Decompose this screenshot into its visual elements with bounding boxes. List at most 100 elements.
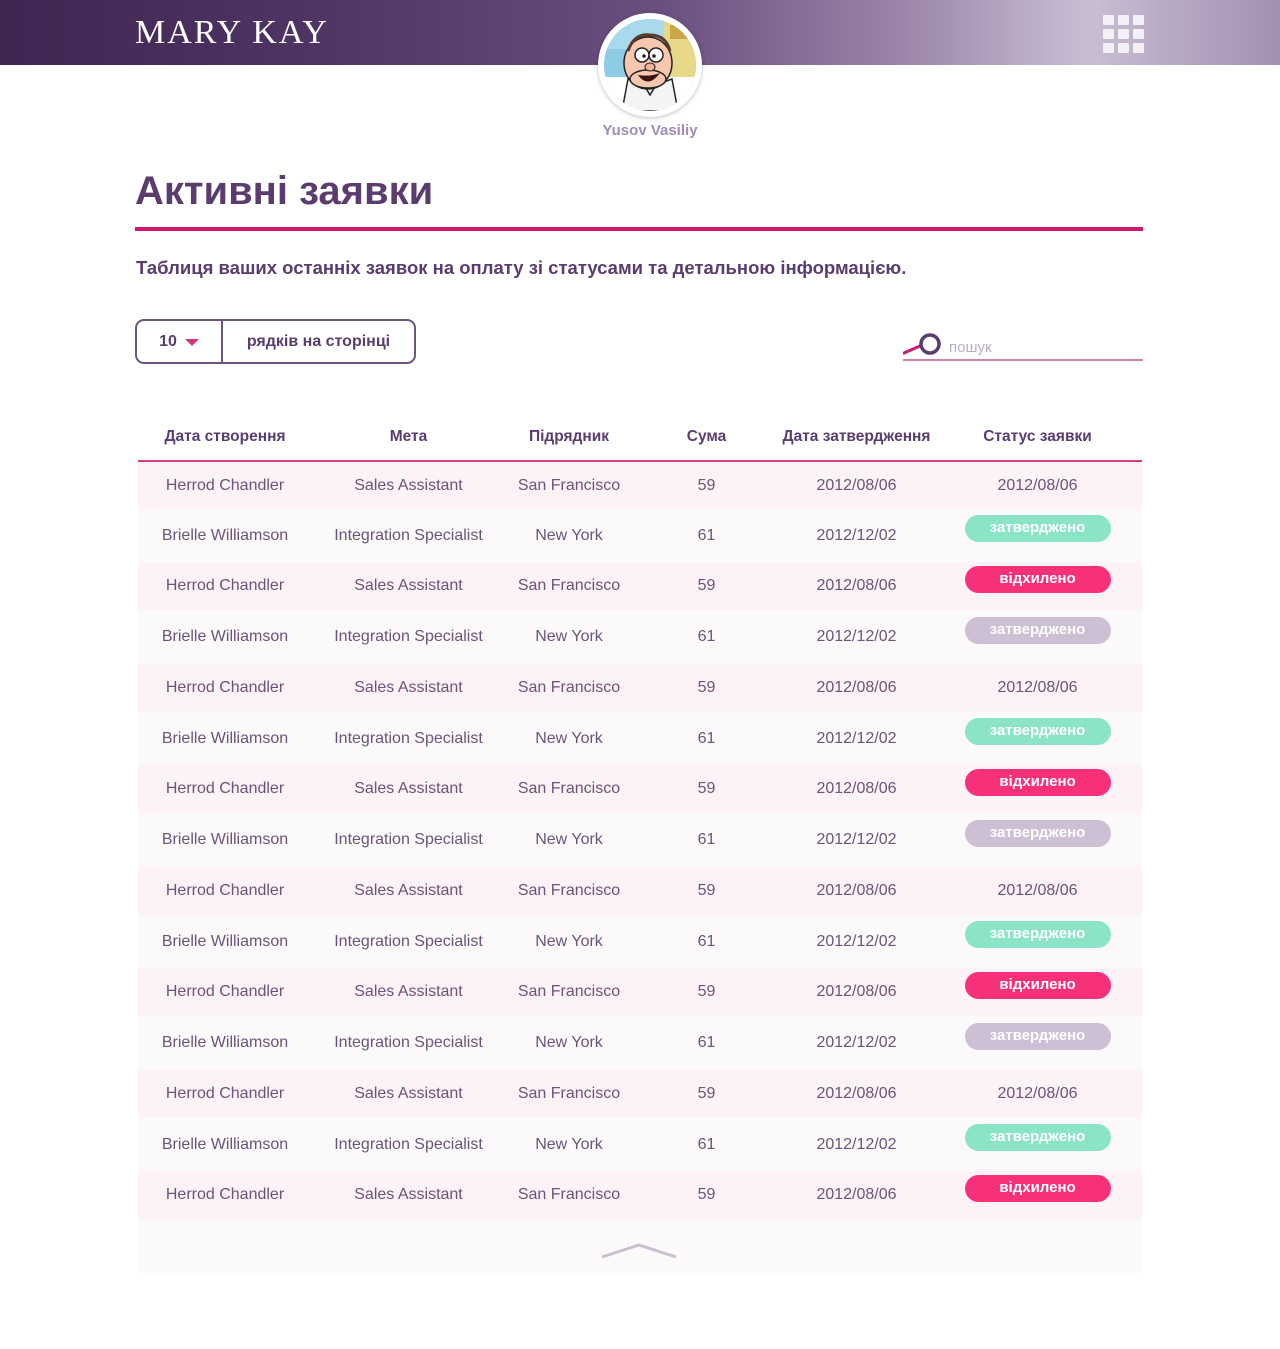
search-box: [903, 332, 1143, 361]
chevron-up-icon[interactable]: [600, 1239, 678, 1259]
cell-status: відхилено: [933, 971, 1142, 999]
cell-contractor: San Francisco: [517, 983, 621, 1000]
cell-created: Brielle Williamson: [161, 729, 289, 747]
cell-contractor: San Francisco: [517, 577, 621, 594]
cell-goal: Sales Assistant: [354, 577, 463, 594]
cell-status: 2012/08/06: [933, 477, 1142, 495]
cell-goal: Integration Specialist: [334, 932, 483, 950]
table-row[interactable]: Brielle Williamson Integration Specialist…: [138, 1118, 1142, 1171]
cell-status: відхилено: [933, 768, 1142, 796]
cell-created: Herrod Chandler: [165, 882, 285, 899]
column-header-created[interactable]: Дата створення: [138, 428, 312, 446]
table-row[interactable]: Herrod Chandler Sales Assistant San Franci…: [138, 562, 1142, 610]
search-icon[interactable]: [903, 332, 943, 358]
cell-amount: 61: [697, 1135, 716, 1153]
column-header-status[interactable]: Статус заявки: [933, 428, 1142, 446]
cell-goal: Integration Specialist: [334, 526, 483, 544]
cell-approved-date: 2012/08/06: [816, 882, 897, 899]
cell-created: Brielle Williamson: [161, 1034, 289, 1051]
cell-contractor: San Francisco: [517, 882, 621, 899]
avatar[interactable]: [598, 13, 702, 117]
status-badge[interactable]: затверджено: [964, 819, 1111, 847]
cell-amount: 61: [697, 1034, 716, 1051]
cell-contractor: New York: [535, 1135, 603, 1153]
status-badge[interactable]: затверджено: [964, 718, 1111, 745]
table-row[interactable]: Herrod Chandler Sales Assistant San Franci…: [138, 867, 1142, 915]
table-row[interactable]: Herrod Chandler Sales Assistant San Franci…: [138, 462, 1142, 509]
cell-amount: 61: [697, 526, 716, 544]
cell-created: Herrod Chandler: [165, 780, 285, 797]
requests-table: Дата створення Мета Підрядник Сума Дата …: [138, 413, 1142, 1273]
status-badge[interactable]: відхилено: [964, 971, 1111, 999]
table-row[interactable]: Herrod Chandler Sales Assistant San Franci…: [138, 1171, 1142, 1219]
cell-goal: Sales Assistant: [354, 1085, 463, 1102]
column-header-contractor[interactable]: Підрядник: [505, 428, 633, 446]
cell-created: Brielle Williamson: [161, 932, 289, 950]
column-header-approved-date[interactable]: Дата затвердження: [780, 428, 933, 446]
cell-status: 2012/08/06: [933, 1085, 1142, 1103]
status-text: 2012/08/06: [997, 476, 1078, 494]
table-body: Herrod Chandler Sales Assistant San Franci…: [138, 462, 1142, 1219]
cell-status: відхилено: [933, 1174, 1142, 1202]
column-header-amount[interactable]: Сума: [633, 428, 780, 446]
column-header-goal[interactable]: Мета: [312, 428, 505, 446]
table-row[interactable]: Herrod Chandler Sales Assistant San Franci…: [138, 1070, 1142, 1118]
cell-approved-date: 2012/12/02: [816, 729, 897, 747]
avatar-image: [604, 19, 696, 111]
status-text: 2012/08/06: [997, 1085, 1078, 1102]
cell-approved-date: 2012/12/02: [816, 831, 897, 848]
cell-amount: 59: [697, 577, 716, 594]
status-badge[interactable]: відхилено: [964, 768, 1111, 796]
cell-status: затверджено: [933, 718, 1142, 745]
table-row[interactable]: Herrod Chandler Sales Assistant San Franci…: [138, 968, 1142, 1016]
status-badge[interactable]: затверджено: [964, 921, 1111, 948]
cell-amount: 61: [697, 932, 716, 950]
cell-approved-date: 2012/08/06: [816, 1085, 897, 1102]
cell-status: затверджено: [933, 515, 1142, 542]
status-badge[interactable]: затверджено: [964, 1124, 1111, 1151]
cell-contractor: New York: [535, 729, 603, 747]
status-badge[interactable]: відхилено: [964, 565, 1111, 593]
cell-contractor: New York: [535, 831, 603, 848]
table-row[interactable]: Brielle Williamson Integration Specialist…: [138, 509, 1142, 562]
cell-contractor: New York: [535, 526, 603, 544]
rows-per-page-value: 10: [159, 332, 177, 350]
cell-created: Herrod Chandler: [165, 1085, 285, 1102]
cell-amount: 59: [697, 983, 716, 1000]
table-row[interactable]: Brielle Williamson Integration Specialist…: [138, 610, 1142, 664]
status-badge[interactable]: затверджено: [964, 616, 1111, 644]
table-row[interactable]: Brielle Williamson Integration Specialist…: [138, 915, 1142, 968]
cell-contractor: New York: [535, 932, 603, 950]
table-row[interactable]: Brielle Williamson Integration Specialist…: [138, 1016, 1142, 1070]
cell-goal: Integration Specialist: [334, 831, 483, 848]
table-row[interactable]: Brielle Williamson Integration Specialist…: [138, 712, 1142, 765]
status-badge[interactable]: затверджено: [964, 1022, 1111, 1050]
cell-goal: Integration Specialist: [334, 729, 483, 747]
cell-approved-date: 2012/12/02: [816, 1034, 897, 1051]
cell-goal: Sales Assistant: [354, 882, 463, 899]
cell-status: 2012/08/06: [933, 882, 1142, 900]
status-badge[interactable]: затверджено: [964, 515, 1111, 542]
rows-per-page-label: рядків на сторінці: [246, 332, 391, 350]
cell-contractor: San Francisco: [517, 1085, 621, 1102]
cell-approved-date: 2012/12/02: [816, 628, 897, 645]
cell-status: 2012/08/06: [933, 679, 1142, 697]
page-title: Активні заявки: [135, 169, 434, 213]
cell-amount: 61: [697, 628, 716, 645]
grid-menu-icon[interactable]: [1103, 15, 1144, 53]
table-row[interactable]: Herrod Chandler Sales Assistant San Franci…: [138, 664, 1142, 712]
cell-approved-date: 2012/08/06: [816, 476, 897, 494]
cell-contractor: San Francisco: [517, 679, 621, 696]
brand-logo[interactable]: MARY KAY: [135, 14, 329, 52]
table-row[interactable]: Brielle Williamson Integration Specialist…: [138, 813, 1142, 867]
cell-amount: 61: [697, 831, 716, 848]
cell-approved-date: 2012/12/02: [816, 526, 897, 544]
search-input[interactable]: [949, 336, 1139, 358]
status-text: 2012/08/06: [997, 882, 1078, 899]
table-header: Дата створення Мета Підрядник Сума Дата …: [138, 413, 1142, 462]
table-row[interactable]: Herrod Chandler Sales Assistant San Franci…: [138, 765, 1142, 813]
cell-created: Brielle Williamson: [161, 1135, 289, 1153]
rows-per-page-select[interactable]: 10: [137, 321, 223, 362]
status-badge[interactable]: відхилено: [964, 1174, 1111, 1202]
cell-contractor: New York: [535, 628, 603, 645]
